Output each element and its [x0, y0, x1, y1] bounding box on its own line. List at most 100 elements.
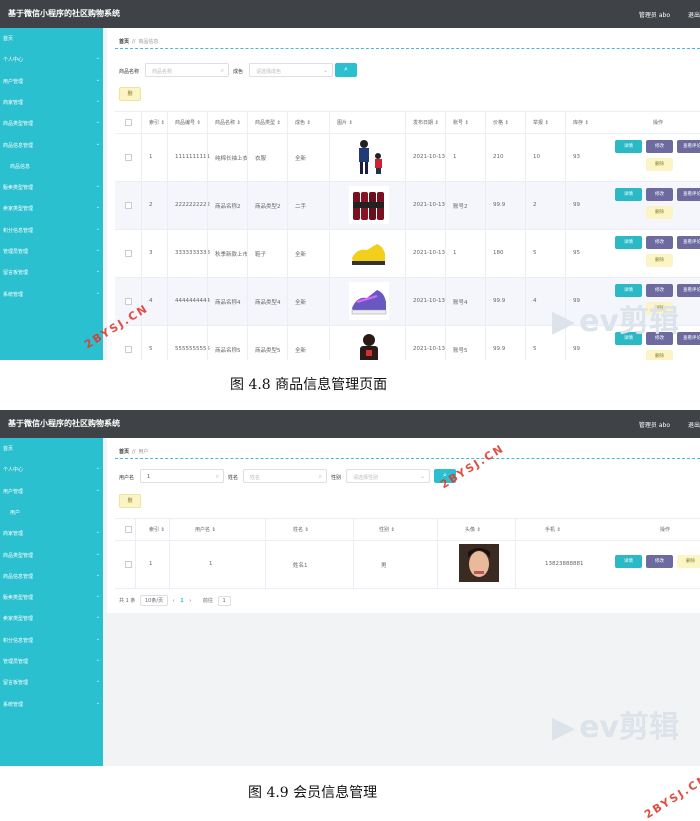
edit-button[interactable]: 修改 — [646, 188, 673, 201]
column-header[interactable]: 姓名 ⇕ — [293, 526, 309, 533]
row-checkbox[interactable] — [125, 154, 132, 161]
sidebar-item[interactable]: 商品信息管理 ⌄ — [0, 135, 103, 155]
detail-button[interactable]: 详情 — [615, 140, 642, 153]
column-header[interactable]: 索引 ⇕ — [149, 526, 165, 533]
next-page-button[interactable]: › — [189, 598, 191, 604]
condition-select[interactable]: 请选择成色 ⌄ — [249, 63, 333, 77]
delete-button[interactable]: 删除 — [646, 158, 673, 171]
edit-button[interactable]: 修改 — [646, 555, 673, 568]
column-header[interactable]: 商品编号 ⇕ — [175, 119, 201, 126]
view-comments-button[interactable]: 查看评论 — [677, 284, 700, 297]
sidebar-item-label: 商家管理 — [3, 531, 24, 538]
sidebar-item[interactable]: 用户管理 ⌄ — [0, 481, 103, 501]
sidebar-item-label: 用户管理 — [3, 488, 24, 495]
delete-button[interactable]: 删除 — [646, 206, 673, 219]
sidebar-item[interactable]: 积分信息管理 ⌄ — [0, 220, 103, 240]
chevron-down-icon: ⌄ — [95, 225, 100, 232]
sidebar-item[interactable]: 贩卖类型管理 ⌄ — [0, 177, 103, 197]
delete-button[interactable]: 删除 — [646, 254, 673, 267]
row-checkbox[interactable] — [125, 561, 132, 568]
column-header[interactable]: 价格 ⇕ — [493, 119, 509, 126]
prev-page-button[interactable]: ‹ — [173, 598, 175, 604]
sidebar-item[interactable]: 商家管理 ⌄ — [0, 523, 103, 543]
view-comments-button[interactable]: 查看评论 — [677, 188, 700, 201]
sidebar-item[interactable]: 商家管理 ⌄ — [0, 92, 103, 112]
sidebar-item[interactable]: 商品信息管理 ⌄ — [0, 566, 103, 586]
breadcrumb-home[interactable]: 首页 — [119, 449, 129, 455]
column-header[interactable]: 操作 — [653, 119, 663, 126]
column-header[interactable]: 性别 ⇕ — [379, 526, 395, 533]
product-name-input[interactable]: 商品名称 ⌕ — [145, 63, 229, 77]
sidebar-item[interactable]: 首页 — [0, 438, 103, 458]
batch-delete-button[interactable]: 删 — [119, 87, 141, 101]
view-comments-button[interactable]: 查看评论 — [677, 236, 700, 249]
row-checkbox[interactable] — [125, 346, 132, 353]
detail-button[interactable]: 详情 — [615, 555, 642, 568]
select-all-checkbox[interactable] — [125, 526, 132, 533]
gender-select[interactable]: 请选择性别 ⌄ — [346, 469, 430, 483]
name-input[interactable]: 姓名 ⌕ — [243, 469, 327, 483]
sidebar-item[interactable]: 留言板管理 ⌄ — [0, 672, 103, 692]
detail-button[interactable]: 详情 — [615, 236, 642, 249]
edit-button[interactable]: 修改 — [646, 236, 673, 249]
column-header[interactable]: 库存 ⇕ — [573, 119, 589, 126]
sidebar-item[interactable]: 贩卖类型管理 ⌄ — [0, 587, 103, 607]
row-border — [115, 133, 700, 134]
sidebar-item[interactable]: 留言板管理 ⌄ — [0, 262, 103, 282]
column-header[interactable]: 商品类型 ⇕ — [255, 119, 281, 126]
sidebar-item-label: 卖家类型管理 — [3, 206, 34, 213]
view-comments-button[interactable]: 查看评论 — [677, 332, 700, 345]
select-all-checkbox[interactable] — [125, 119, 132, 126]
column-header[interactable]: 发布日期 ⇕ — [413, 119, 439, 126]
column-header[interactable]: 图片 ⇕ — [337, 119, 353, 126]
column-header[interactable]: 商品名称 ⇕ — [215, 119, 241, 126]
table-cell: 2021-10-13 — [413, 298, 445, 304]
current-page[interactable]: 1 — [180, 598, 183, 604]
table-cell: 1 — [149, 154, 153, 160]
sidebar-item[interactable]: 管理员管理 ⌄ — [0, 651, 103, 671]
logout-link[interactable]: 退出登录 — [688, 10, 700, 19]
logout-link[interactable]: 退出登录 — [688, 420, 700, 429]
sidebar-item[interactable]: 卖家类型管理 ⌄ — [0, 198, 103, 218]
sidebar-item[interactable]: 首页 — [0, 28, 103, 48]
sidebar-item[interactable]: 系统管理 ⌄ — [0, 284, 103, 304]
column-header[interactable]: 手机 ⇕ — [545, 526, 561, 533]
sidebar-item[interactable]: 系统管理 ⌄ — [0, 694, 103, 714]
table-border — [115, 111, 700, 112]
sidebar-item[interactable]: 用户管理 ⌄ — [0, 71, 103, 91]
page-size-select[interactable]: 10条/页 — [139, 595, 169, 606]
delete-button[interactable]: 删除 — [646, 350, 673, 360]
breadcrumb-separator: // — [132, 449, 136, 455]
username-input[interactable]: 1 ⌕ — [140, 469, 224, 483]
sidebar-item[interactable]: 管理员管理 ⌄ — [0, 241, 103, 261]
column-header[interactable]: 操作 — [660, 526, 670, 533]
delete-button[interactable]: 删除 — [677, 555, 700, 568]
column-header[interactable]: 成色 ⇕ — [295, 119, 311, 126]
batch-delete-button[interactable]: 删 — [119, 494, 141, 508]
column-header[interactable]: 索引 ⇕ — [149, 119, 165, 126]
row-checkbox[interactable] — [125, 298, 132, 305]
sidebar-item[interactable]: 个人中心 ⌄ — [0, 49, 103, 69]
column-header[interactable]: 用户名 ⇕ — [195, 526, 216, 533]
column-header[interactable]: 头像 ⇕ — [465, 526, 481, 533]
edit-button[interactable]: 修改 — [646, 140, 673, 153]
sidebar-item[interactable]: 商品类型管理 ⌄ — [0, 545, 103, 565]
row-checkbox[interactable] — [125, 250, 132, 257]
sidebar-item[interactable]: 用户 — [0, 502, 103, 522]
sidebar-item[interactable]: 商品类型管理 ⌄ — [0, 113, 103, 133]
sidebar-item[interactable]: 积分信息管理 ⌄ — [0, 630, 103, 650]
breadcrumb-home[interactable]: 首页 — [119, 39, 129, 45]
sidebar-item[interactable]: 卖家类型管理 ⌄ — [0, 608, 103, 628]
detail-button[interactable]: 详情 — [615, 188, 642, 201]
search-button[interactable]: ⌕ — [335, 63, 357, 77]
sidebar-item[interactable]: 个人中心 ⌄ — [0, 459, 103, 479]
column-border — [207, 111, 208, 360]
pagination-total: 共 1 条 — [119, 598, 136, 604]
sidebar-item[interactable]: 商品信息 — [0, 156, 103, 176]
name-placeholder: 姓名 — [250, 475, 261, 481]
view-comments-button[interactable]: 查看评论 — [677, 140, 700, 153]
goto-page-input[interactable]: 1 — [217, 596, 231, 606]
column-header[interactable]: 举报 ⇕ — [533, 119, 549, 126]
row-checkbox[interactable] — [125, 202, 132, 209]
column-header[interactable]: 账号 ⇕ — [453, 119, 469, 126]
